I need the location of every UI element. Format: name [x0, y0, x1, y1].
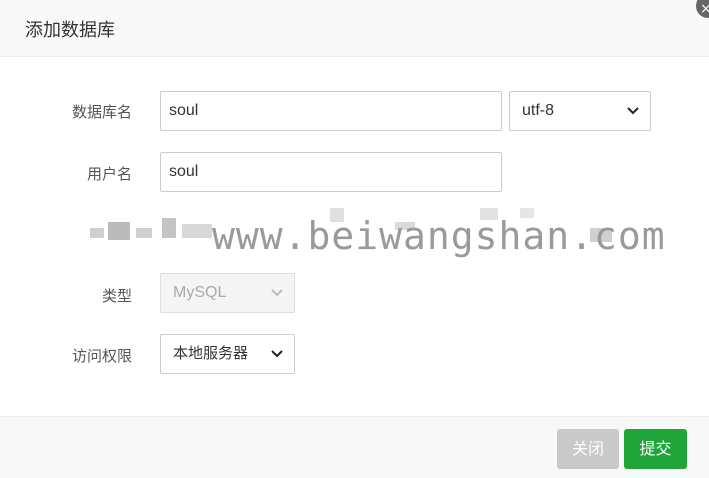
watermark: www.beiwangshan.com	[90, 208, 665, 258]
type-label: 类型	[101, 287, 132, 305]
username-input[interactable]: soul	[160, 152, 502, 192]
access-value: 本地服务器	[173, 345, 249, 362]
dialog-footer: 关闭 提交	[0, 416, 709, 478]
charset-value: utf-8	[522, 102, 555, 119]
submit-button[interactable]: 提交	[624, 429, 687, 469]
watermark-text: www.beiwangshan.com	[212, 214, 666, 258]
dialog-header: 添加数据库	[0, 0, 709, 57]
dialog-title: 添加数据库	[25, 20, 115, 41]
username-label: 用户名	[86, 165, 132, 183]
chevron-down-icon	[627, 107, 639, 115]
access-select[interactable]: 本地服务器	[160, 334, 295, 374]
db-name-label: 数据库名	[71, 103, 132, 121]
chevron-down-icon	[271, 289, 283, 297]
db-name-input[interactable]: soul	[160, 91, 502, 131]
type-select: MySQL	[160, 273, 295, 313]
chevron-down-icon	[271, 350, 283, 358]
access-label: 访问权限	[71, 347, 132, 365]
charset-select[interactable]: utf-8	[509, 91, 651, 131]
type-value: MySQL	[173, 284, 227, 301]
close-button[interactable]: 关闭	[557, 429, 619, 469]
